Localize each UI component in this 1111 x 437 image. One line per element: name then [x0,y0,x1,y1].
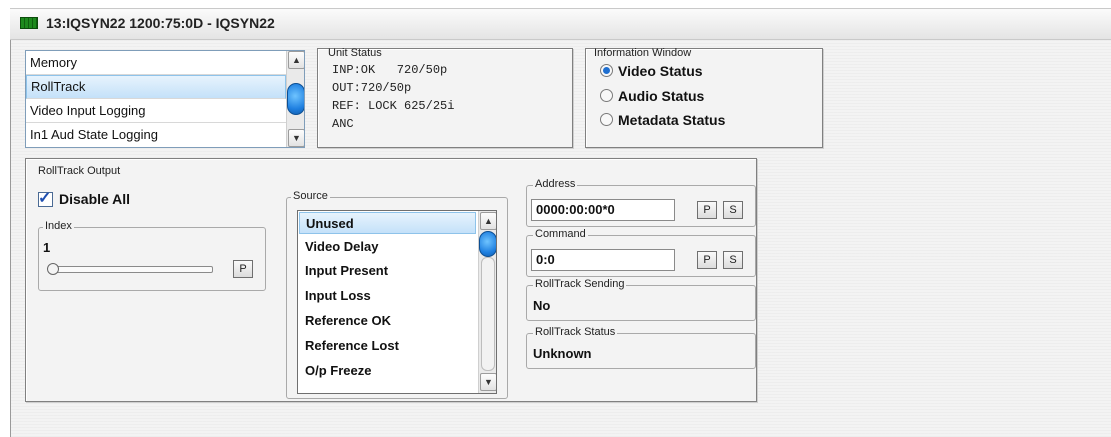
rolltrack-status-legend: RollTrack Status [533,326,618,338]
source-legend: Source [291,190,330,202]
rolltrack-output-panel: RollTrack Output ✓ Disable All Index 1 P… [25,158,757,402]
title-bar: 13:IQSYN22 1200:75:0D - IQSYN22 [10,8,1111,40]
source-item-unused[interactable]: Unused [299,212,476,234]
address-s-button[interactable]: S [723,201,743,219]
rolltrack-sending-value: No [533,298,551,313]
scroll-up-icon[interactable]: ▲ [288,51,304,69]
radio-off-icon [600,113,613,126]
metadata-status-label: Metadata Status [618,112,726,128]
menu-item-rolltrack[interactable]: RollTrack [26,75,286,99]
rolltrack-sending-legend: RollTrack Sending [533,278,627,290]
address-legend: Address [533,178,578,190]
menu-item-memory[interactable]: Memory [26,51,286,75]
audio-status-label: Audio Status [618,88,705,104]
menu-list: Memory RollTrack Video Input Logging In1… [25,50,305,148]
rolltrack-output-legend: RollTrack Output [38,165,121,177]
address-group: Address 0000:00:00*0 P S [526,178,756,227]
index-legend: Index [43,220,74,232]
scroll-down-icon[interactable]: ▼ [480,373,496,391]
index-value: 1 [43,240,51,255]
source-group: Source Unused Video Delay Input Present … [286,190,508,399]
source-item-input-loss[interactable]: Input Loss [299,285,476,307]
index-slider-thumb[interactable] [47,263,59,275]
source-scrollbar[interactable]: ▲ ▼ [478,211,496,393]
menu-item-video-input-logging[interactable]: Video Input Logging [26,99,286,123]
disable-all-label: Disable All [59,191,131,207]
address-field[interactable]: 0000:00:00*0 [531,199,675,221]
video-status-label: Video Status [618,63,703,79]
source-list: Unused Video Delay Input Present Input L… [297,210,497,394]
app-icon [20,17,38,29]
source-item-reference-ok[interactable]: Reference OK [299,310,476,332]
command-legend: Command [533,228,588,240]
index-slider-track[interactable] [53,266,213,273]
source-item-op-freeze[interactable]: O/p Freeze [299,360,476,382]
information-window-panel: Information Window Video Status Audio St… [585,47,823,148]
rolltrack-status-group: RollTrack Status Unknown [526,326,756,369]
menu-item-in1-aud-state-logging[interactable]: In1 Aud State Logging [26,123,286,147]
command-group: Command 0:0 P S [526,228,756,277]
audio-status-radio[interactable]: Audio Status [600,88,704,104]
radio-on-icon [600,64,613,77]
information-window-legend: Information Window [594,47,692,59]
index-group: Index 1 P [38,220,266,291]
scroll-thumb[interactable] [287,83,304,115]
content-panel: Memory RollTrack Video Input Logging In1… [10,40,1111,437]
metadata-status-radio[interactable]: Metadata Status [600,112,725,128]
command-s-button[interactable]: S [723,251,743,269]
unit-status-line-1: INP:OK 720/50p [332,63,448,77]
rolltrack-sending-group: RollTrack Sending No [526,278,756,321]
unit-status-line-4: ANC [332,117,354,131]
source-item-video-delay[interactable]: Video Delay [299,236,476,258]
checkmark-icon: ✓ [38,190,52,207]
radio-off-icon [600,89,613,102]
address-p-button[interactable]: P [697,201,717,219]
unit-status-line-3: REF: LOCK 625/25i [332,99,455,113]
source-item-reference-lost[interactable]: Reference Lost [299,335,476,357]
video-status-radio[interactable]: Video Status [600,63,703,79]
unit-status-legend: Unit Status [328,47,382,59]
scroll-track-groove [481,257,495,371]
unit-status-line-2: OUT:720/50p [332,81,412,95]
scroll-thumb[interactable] [479,231,496,257]
scroll-down-icon[interactable]: ▼ [288,129,304,147]
menu-scrollbar[interactable]: ▲ ▼ [286,51,304,147]
command-p-button[interactable]: P [697,251,717,269]
source-item-input-present[interactable]: Input Present [299,260,476,282]
rolltrack-status-value: Unknown [533,346,592,361]
scroll-up-icon[interactable]: ▲ [480,212,496,230]
window-title: 13:IQSYN22 1200:75:0D - IQSYN22 [46,15,275,31]
index-p-button[interactable]: P [233,260,253,278]
checkbox-icon: ✓ [38,190,53,207]
command-field[interactable]: 0:0 [531,249,675,271]
unit-status-panel: Unit Status INP:OK 720/50p OUT:720/50p R… [317,47,573,148]
disable-all-checkbox[interactable]: ✓ Disable All [38,190,168,209]
